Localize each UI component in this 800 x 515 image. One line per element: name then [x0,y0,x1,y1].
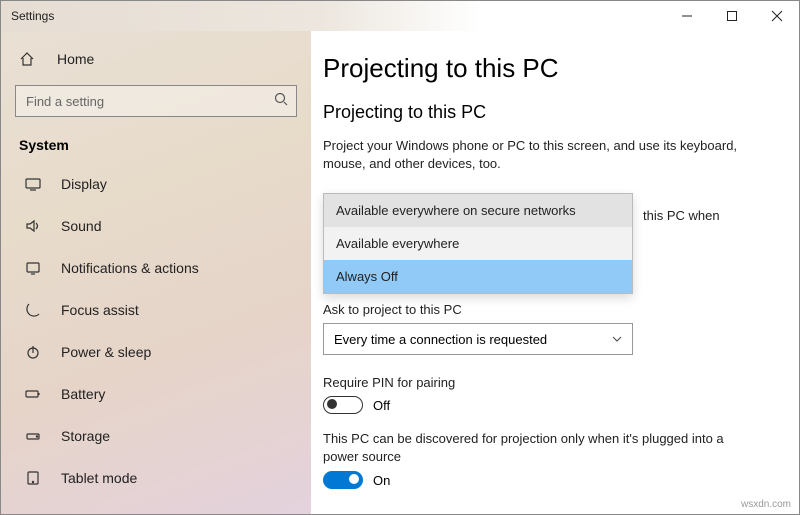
ask-to-project-dropdown[interactable]: Every time a connection is requested [323,323,633,355]
display-icon [23,176,43,192]
nav-label: Notifications & actions [61,260,199,276]
nav-label: Tablet mode [61,470,137,486]
require-pin-state: Off [373,398,390,413]
sidebar-item-tablet-mode[interactable]: Tablet mode [1,457,311,499]
sidebar-item-battery[interactable]: Battery [1,373,311,415]
sidebar-section-header: System [1,131,311,163]
titlebar: Settings [1,1,799,31]
require-pin-label: Require PIN for pairing [323,375,769,390]
sidebar-item-storage[interactable]: Storage [1,415,311,457]
ask-to-project-value: Every time a connection is requested [334,332,547,347]
nav-label: Battery [61,386,105,402]
availability-option-off[interactable]: Always Off [324,260,632,293]
search-container [15,85,297,117]
power-icon [23,344,43,360]
search-icon [274,92,288,111]
require-pin-toggle[interactable] [323,396,363,414]
ask-to-project-label: Ask to project to this PC [323,302,769,317]
section-title: Projecting to this PC [323,102,769,123]
sound-icon [23,218,43,234]
focus-assist-icon [23,302,43,318]
close-button[interactable] [754,1,799,31]
home-icon [19,51,39,67]
storage-icon [23,428,43,444]
availability-option-secure[interactable]: Available everywhere on secure networks [324,194,632,227]
toggle-knob [349,474,359,484]
sidebar-item-sound[interactable]: Sound [1,205,311,247]
window-title: Settings [1,9,664,23]
nav-label: Storage [61,428,110,444]
main-content: Projecting to this PC Projecting to this… [311,31,799,514]
sidebar-item-power-sleep[interactable]: Power & sleep [1,331,311,373]
require-pin-row: Off [323,396,769,414]
sidebar: Home System Display Sound [1,31,311,514]
sidebar-item-focus-assist[interactable]: Focus assist [1,289,311,331]
nav-label: Power & sleep [61,344,151,360]
settings-window: Settings Home [0,0,800,515]
projecting-description: Project your Windows phone or PC to this… [323,137,743,172]
nav-label: Focus assist [61,302,139,318]
discover-toggle[interactable] [323,471,363,489]
discover-row: On [323,471,769,489]
sidebar-item-display[interactable]: Display [1,163,311,205]
watermark: wsxdn.com [741,499,791,510]
nav-label: Sound [61,218,101,234]
search-input[interactable] [24,93,274,110]
maximize-button[interactable] [709,1,754,31]
projecting-section: Project your Windows phone or PC to this… [323,137,769,489]
search-box[interactable] [15,85,297,117]
tablet-icon [23,470,43,486]
discover-label: This PC can be discovered for projection… [323,430,743,465]
obscured-text: this PC when [643,207,763,225]
page-title: Projecting to this PC [323,53,769,84]
sidebar-home-label: Home [57,51,94,67]
toggle-knob [327,399,337,409]
availability-option-everywhere[interactable]: Available everywhere [324,227,632,260]
notifications-icon [23,260,43,276]
sidebar-home[interactable]: Home [1,39,311,79]
discover-state: On [373,473,390,488]
sidebar-item-notifications[interactable]: Notifications & actions [1,247,311,289]
nav-label: Display [61,176,107,192]
battery-icon [23,386,43,402]
availability-dropdown-list[interactable]: Available everywhere on secure networks … [323,193,633,294]
minimize-button[interactable] [664,1,709,31]
window-body: Home System Display Sound [1,31,799,514]
chevron-down-icon [612,332,622,347]
